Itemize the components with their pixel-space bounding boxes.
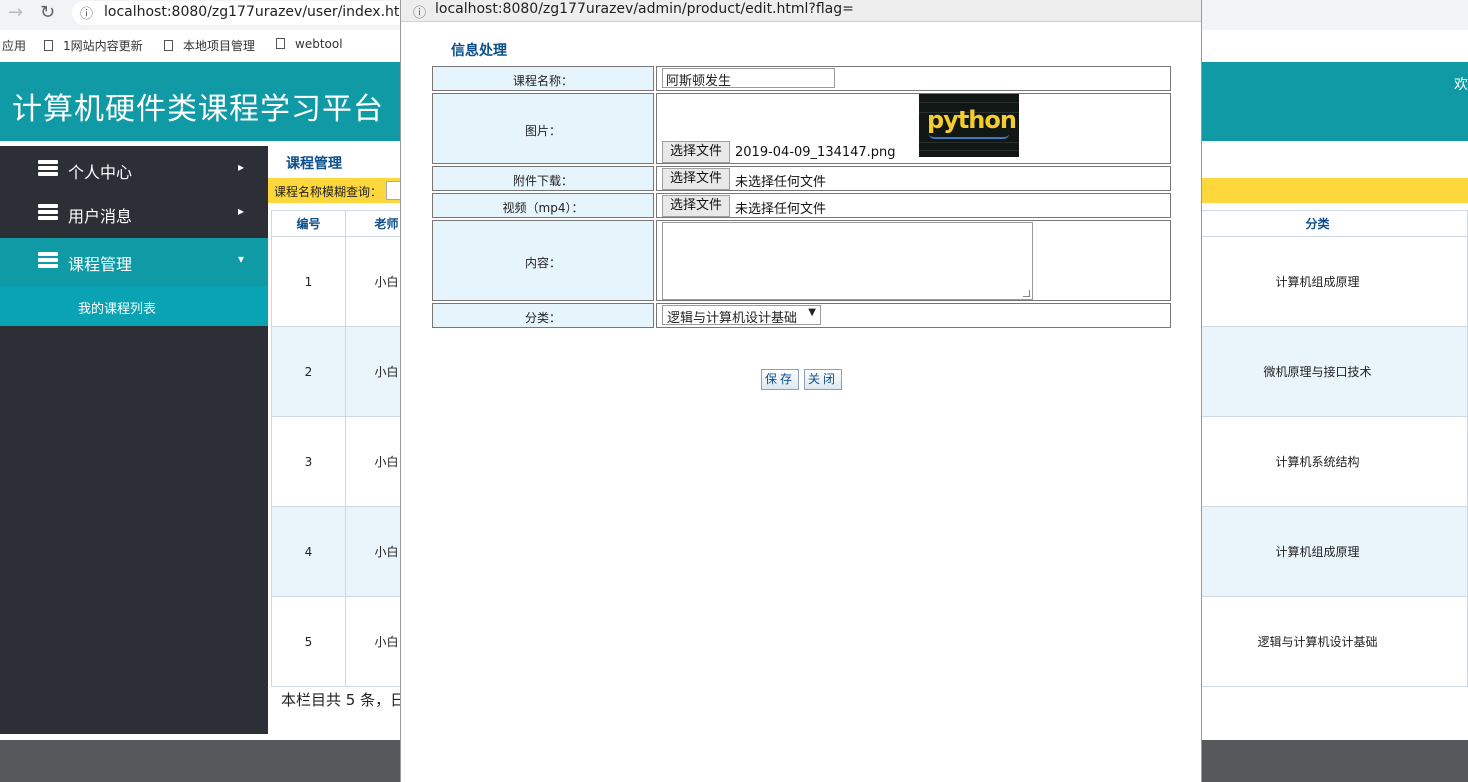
cell-id: 4 [271,506,346,597]
sidebar-item-label: 课程管理 [68,255,133,274]
search-label: 课程名称模糊查询： [274,185,383,199]
caret-down-icon: ▾ [237,252,244,266]
welcome-text: 欢 [1454,77,1468,93]
category-label-cell: 分类： [432,303,654,328]
thumbnail-caption: python [927,106,1017,134]
video-label-cell: 视频（mp4）： [432,193,654,218]
bookmark-apps[interactable]: 应用 [2,37,26,54]
course-name-label: 课程名称： [512,74,573,88]
info-icon[interactable]: ⓘ [80,3,93,22]
category-label: 分类： [524,311,561,325]
video-file-name: 未选择任何文件 [735,202,827,217]
reload-icon[interactable]: ↻ [40,2,55,23]
video-label: 视频（mp4）： [502,201,584,215]
sidebar-item-user-messages[interactable]: 用户消息 ▸ [0,190,268,238]
address-bar[interactable]: ⓘ localhost:8080/zg177urazev/user/index.… [72,1,417,25]
sidebar-item-course-management[interactable]: 课程管理 ▾ [0,238,268,286]
document-icon [164,40,173,51]
info-icon[interactable]: ⓘ [413,2,426,21]
sidebar-item-personal-center[interactable]: 个人中心 ▸ [0,146,268,194]
sidebar-item-label: 用户消息 [68,207,133,226]
sidebar: 个人中心 ▸ 用户消息 ▸ 课程管理 ▾ 我的课程列表 [0,146,268,734]
pagination-summary: 本栏目共 5 条，日 [281,691,406,709]
video-choose-file-button[interactable]: 选择文件 [662,195,731,217]
sidebar-subitem-my-courses[interactable]: 我的课程列表 [0,286,268,326]
content-label: 内容： [524,256,561,270]
layers-icon [38,160,58,178]
attachment-label-cell: 附件下载： [432,166,654,191]
sidebar-subitem-label: 我的课程列表 [78,302,157,317]
course-name-value-cell: 阿斯顿发生 [656,66,1171,91]
course-name-input[interactable]: 阿斯顿发生 [662,68,835,89]
image-value-cell: python 选择文件 2019-04-09_134147.png [656,93,1171,164]
column-header-id[interactable]: 编号 [271,210,346,237]
cell-category: 微机原理与接口技术 [1167,326,1468,417]
layers-icon [38,204,58,222]
category-value-cell: 逻辑与计算机设计基础 ▼ [656,303,1171,328]
caret-right-icon: ▸ [237,204,244,218]
attachment-choose-file-button[interactable]: 选择文件 [662,168,731,190]
popup-address-bar: ⓘ localhost:8080/zg177urazev/admin/produ… [401,0,1201,22]
attachment-label: 附件下载： [512,174,573,188]
image-label: 图片： [524,124,561,138]
bookmark-local-projects[interactable]: 本地项目管理 [164,37,255,54]
content-value-cell [656,220,1171,301]
cell-category: 逻辑与计算机设计基础 [1167,596,1468,687]
popup-url: localhost:8080/zg177urazev/admin/product… [435,1,854,17]
bookmark-site-updates[interactable]: 1网站内容更新 [44,37,143,54]
column-header-category[interactable]: 分类 [1167,210,1468,237]
image-file-name: 2019-04-09_134147.png [735,145,896,160]
video-value-cell: 选择文件 未选择任何文件 [656,193,1171,218]
cell-id: 5 [271,596,346,687]
app-title: 计算机硬件类课程学习平台 [12,92,384,127]
document-icon [44,40,53,51]
image-thumbnail: python [919,94,1019,157]
sidebar-item-label: 个人中心 [68,163,133,182]
back-arrow-icon[interactable]: → [8,2,23,23]
document-icon [276,38,285,49]
cell-id: 3 [271,416,346,507]
form-title: 信息处理 [451,43,507,59]
content-label-cell: 内容： [432,220,654,301]
address-url: localhost:8080/zg177urazev/user/index.ht… [104,4,417,20]
course-name-label-cell: 课程名称： [432,66,654,91]
cell-id: 1 [271,236,346,327]
section-title: 课程管理 [286,156,342,172]
cell-category: 计算机组成原理 [1167,236,1468,327]
cell-id: 2 [271,326,346,417]
caret-right-icon: ▸ [237,160,244,174]
category-select[interactable]: 逻辑与计算机设计基础 ▼ [662,305,821,326]
image-choose-file-button[interactable]: 选择文件 [662,141,731,163]
content-textarea[interactable] [662,222,1033,300]
image-label-cell: 图片： [432,93,654,164]
cell-category: 计算机组成原理 [1167,506,1468,597]
edit-popup-window: ⓘ localhost:8080/zg177urazev/admin/produ… [400,0,1202,782]
attachment-value-cell: 选择文件 未选择任何文件 [656,166,1171,191]
dropdown-caret-icon: ▼ [808,307,816,318]
attachment-file-name: 未选择任何文件 [735,175,827,190]
cell-category: 计算机系统结构 [1167,416,1468,507]
bookmark-webtool[interactable]: webtool [276,37,343,51]
save-button[interactable]: 保存 [761,369,800,390]
close-button[interactable]: 关闭 [804,369,843,390]
category-selected-value: 逻辑与计算机设计基础 [667,311,798,326]
layers-icon [38,252,58,270]
